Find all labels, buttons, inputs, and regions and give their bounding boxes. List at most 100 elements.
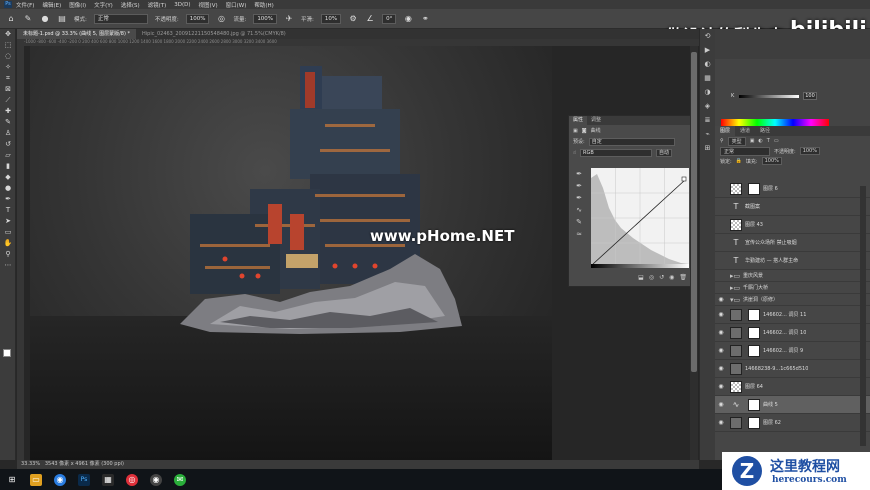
zoom-tool-icon[interactable]: ⚲ [0, 249, 16, 260]
menu-window[interactable]: 窗口(W) [226, 1, 247, 9]
layer-row[interactable]: ◉ 14668238-9...1c665d510 [715, 360, 870, 378]
symmetry-icon[interactable]: ⚭ [420, 14, 430, 24]
layer-row[interactable]: 图层 6 [715, 180, 870, 198]
smooth-input[interactable]: 10% [320, 13, 342, 24]
eye-icon[interactable]: ◉ [715, 401, 727, 408]
photoshop-taskbar-icon[interactable]: Ps [78, 473, 90, 486]
artboard[interactable] [30, 46, 552, 463]
eye-icon[interactable]: ◉ [715, 419, 727, 426]
menu-3d[interactable]: 3D(D) [174, 2, 190, 8]
history-brush-icon[interactable]: ↺ [0, 139, 16, 150]
media-app-icon[interactable]: ◉ [150, 473, 162, 486]
type-tool-icon[interactable]: T [0, 205, 16, 216]
eye-icon[interactable]: ◉ [715, 383, 727, 390]
canvas-vertical-scrollbar[interactable] [690, 46, 698, 460]
properties-icon[interactable]: ⊞ [700, 141, 715, 155]
lock-icon[interactable]: 🔒 [736, 158, 742, 164]
opacity-input[interactable]: 100% [185, 13, 210, 24]
k-slider[interactable] [739, 95, 799, 98]
move-tool-icon[interactable]: ✥ [0, 29, 16, 40]
layer-row[interactable]: ◉ 146602... 调贝 10 [715, 324, 870, 342]
document-tab[interactable]: Hipic_02463_20091221150548480.jpg @ 71.5… [136, 29, 292, 39]
filter-adjust-icon[interactable]: ◐ [758, 138, 762, 144]
eye-icon[interactable]: ◉ [715, 296, 727, 303]
path-select-tool-icon[interactable]: ➤ [0, 216, 16, 227]
healing-tool-icon[interactable]: ✚ [0, 106, 16, 117]
menu-file[interactable]: 文件(F) [16, 1, 34, 9]
eye-icon[interactable]: ◉ [715, 329, 727, 336]
smooth-icon[interactable]: ≈ [573, 230, 585, 242]
brush-preset-icon[interactable]: ● [40, 14, 50, 24]
filter-pixel-icon[interactable]: ▣ [750, 138, 755, 144]
layer-group-row[interactable]: ▸▭ 重庆风景 [715, 270, 870, 282]
tab-properties[interactable]: 属性 [569, 116, 588, 125]
delete-icon[interactable]: 🗑 [679, 274, 687, 284]
angle-icon[interactable]: ∠ [365, 14, 375, 24]
gear-icon[interactable]: ⚙ [348, 14, 358, 24]
menu-select[interactable]: 选择(S) [121, 1, 140, 9]
channels-icon[interactable]: ≣ [700, 113, 715, 127]
lasso-tool-icon[interactable]: ◌ [0, 51, 16, 62]
pencil-icon[interactable]: ✎ [573, 218, 585, 230]
brush-settings-icon[interactable]: ▤ [57, 14, 67, 24]
file-explorer-icon[interactable]: ▭ [30, 473, 42, 486]
menu-help[interactable]: 帮助(H) [254, 1, 273, 9]
target-adjust-icon[interactable]: ☝ [573, 150, 576, 156]
scroll-thumb[interactable] [691, 52, 697, 372]
layer-group-row[interactable]: ▸▭ 千厮门大桥 [715, 282, 870, 294]
eye-icon[interactable]: ◉ [715, 347, 727, 354]
quick-select-tool-icon[interactable]: ✧ [0, 62, 16, 73]
zoom-level[interactable]: 33.33% [21, 461, 40, 467]
filter-search-icon[interactable]: ⚲ [720, 138, 724, 144]
mask-icon[interactable]: ◙ [582, 128, 587, 134]
wechat-icon[interactable]: ✉ [174, 473, 186, 486]
home-icon[interactable]: ⌂ [6, 14, 16, 24]
swatches-icon[interactable]: ▦ [700, 71, 715, 85]
eye-icon[interactable]: ◉ [715, 311, 727, 318]
auto-button[interactable]: 自动 [656, 148, 673, 157]
history-icon[interactable]: ⟲ [700, 29, 715, 43]
clip-to-layer-icon[interactable]: ⬓ [638, 274, 644, 284]
document-tab-active[interactable]: 未标题-1.psd @ 33.3% (曲线 5, 图层蒙版/8) * [17, 29, 136, 39]
gradient-tool-icon[interactable]: ▮ [0, 161, 16, 172]
tab-paths[interactable]: 路径 [755, 126, 775, 136]
eyedropper-tool-icon[interactable]: ⟋ [0, 95, 16, 106]
layers-icon[interactable]: ◈ [700, 99, 715, 113]
tab-layers[interactable]: 图层 [715, 126, 736, 136]
layer-row[interactable]: T 截图案 [715, 198, 870, 216]
app-icon[interactable]: ▦ [102, 473, 114, 486]
black-point-eyedropper-icon[interactable]: ✒ [573, 170, 585, 182]
curves-graph[interactable] [591, 168, 689, 268]
layer-row[interactable]: ◉ 146602... 调贝 9 [715, 342, 870, 360]
blend-mode-select[interactable]: 正常 [720, 146, 770, 156]
adjustments-icon[interactable]: ◑ [700, 85, 715, 99]
layer-row[interactable]: T 宣传公众场所 禁止吸烟 [715, 234, 870, 252]
foreground-color-swatch[interactable] [3, 349, 11, 357]
fill-input[interactable]: 100% [761, 157, 782, 165]
paths-icon[interactable]: ⌁ [700, 127, 715, 141]
blur-tool-icon[interactable]: ◆ [0, 172, 16, 183]
preset-select[interactable]: 自定 [588, 137, 675, 146]
filter-shape-icon[interactable]: ▭ [774, 138, 779, 144]
airbrush-icon[interactable]: ✈ [284, 14, 294, 24]
layer-row[interactable]: ◉ 图层 64 [715, 378, 870, 396]
marquee-tool-icon[interactable]: ⬚ [0, 40, 16, 51]
layers-scrollbar[interactable] [860, 186, 866, 446]
flow-input[interactable]: 100% [253, 13, 278, 24]
visibility-icon[interactable]: ◉ [669, 274, 674, 284]
tab-channels[interactable]: 通道 [735, 126, 755, 136]
layer-row[interactable]: T 华勤建坊 — 搭人群主命 [715, 252, 870, 270]
white-point-eyedropper-icon[interactable]: ✒ [573, 194, 585, 206]
browser-icon[interactable]: ◉ [54, 473, 66, 486]
menu-type[interactable]: 文字(Y) [94, 1, 113, 9]
angle-input[interactable]: 0° [382, 13, 397, 24]
eraser-tool-icon[interactable]: ▱ [0, 150, 16, 161]
menu-filter[interactable]: 滤镜(T) [148, 1, 167, 9]
crop-tool-icon[interactable]: ⌗ [0, 73, 16, 84]
brush-tool-icon-left[interactable]: ✎ [0, 117, 16, 128]
stamp-tool-icon[interactable]: ♙ [0, 128, 16, 139]
brush-tool-icon[interactable]: ✎ [23, 14, 33, 24]
menu-image[interactable]: 图像(I) [69, 1, 86, 9]
pen-tool-icon[interactable]: ✒ [0, 194, 16, 205]
more-tools-icon[interactable]: ⋯ [0, 260, 16, 271]
